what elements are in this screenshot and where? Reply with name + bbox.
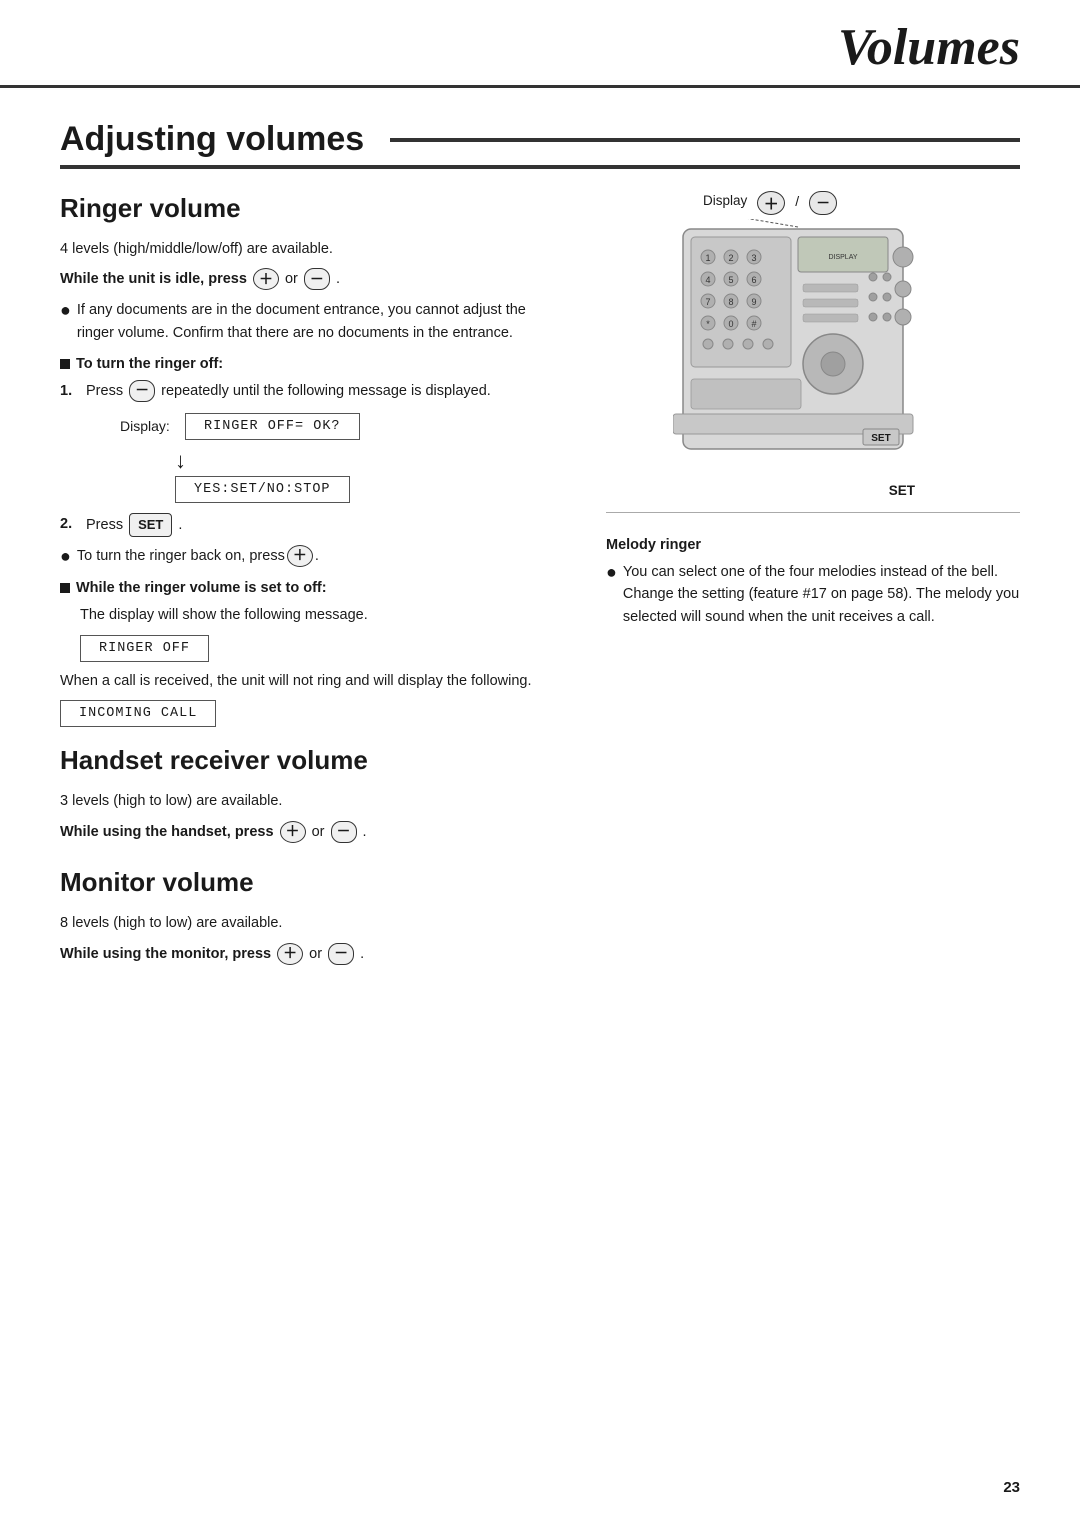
when-call-text: When a call is received, the unit will n… (60, 670, 566, 692)
svg-text:6: 6 (751, 275, 756, 285)
display-box-2: YES:SET/NO:STOP (175, 476, 350, 503)
svg-text:*: * (706, 319, 710, 329)
monitor-minus-btn: － (328, 943, 354, 965)
monitor-plus-btn: ＋ (277, 943, 303, 965)
melody-title: Melody ringer (606, 537, 1020, 553)
display-row-1: Display: RINGER OFF= OK? (120, 413, 566, 440)
melody-text: You can select one of the four melodies … (623, 561, 1020, 628)
svg-text:SET: SET (871, 433, 890, 444)
arrow-down: ↓ (175, 450, 566, 472)
ringer-off-msg: The display will show the following mess… (80, 604, 566, 626)
handset-minus-btn: － (331, 821, 357, 843)
display-ringer-off-container: RINGER OFF (80, 635, 566, 662)
step1-minus-button: － (129, 380, 155, 402)
melody-bullet-dot: ● (606, 561, 617, 584)
melody-section: Melody ringer ● You can select one of th… (606, 537, 1020, 634)
ringer-off-set-heading: While the ringer volume is set to off: (60, 580, 566, 596)
bullet-dot: ● (60, 299, 71, 322)
minus-button-symbol: － (304, 268, 330, 290)
device-illustration-container: Display ＋ / － (673, 193, 953, 498)
svg-text:0: 0 (728, 319, 733, 329)
handset-intro: 3 levels (high to low) are available. (60, 790, 566, 812)
handset-instruction: While using the handset, press ＋ or － . (60, 821, 566, 844)
bullet-dot-2: ● (60, 545, 71, 568)
ringer-intro: 4 levels (high/middle/low/off) are avail… (60, 238, 566, 260)
ringer-bullet2: ● To turn the ringer back on, press ＋ . (60, 545, 566, 568)
monitor-instruction: While using the monitor, press ＋ or － . (60, 943, 566, 966)
page-number: 23 (1003, 1479, 1020, 1496)
display-incoming-call: INCOMING CALL (60, 700, 216, 727)
svg-text:3: 3 (751, 253, 756, 263)
svg-text:4: 4 (705, 275, 710, 285)
step-1: 1. Press － repeatedly until the followin… (60, 380, 566, 403)
display-incoming-call-container: INCOMING CALL (60, 700, 566, 727)
section-title: Adjusting volumes (60, 120, 1020, 169)
svg-text:7: 7 (705, 297, 710, 307)
display-box-2-container: YES:SET/NO:STOP (175, 476, 566, 503)
right-column: Display ＋ / － (606, 193, 1020, 634)
display-box-1: RINGER OFF= OK? (185, 413, 360, 440)
ringer-volume-heading: Ringer volume (60, 193, 566, 224)
top-plus-btn: ＋ (757, 191, 785, 215)
set-button-step2: SET (129, 513, 172, 537)
handset-plus-btn: ＋ (280, 821, 306, 843)
melody-bullet: ● You can select one of the four melodie… (606, 561, 1020, 628)
svg-text:#: # (751, 319, 756, 329)
plus-button-back-on: ＋ (287, 545, 313, 567)
handset-volume-heading: Handset receiver volume (60, 745, 566, 776)
svg-text:2: 2 (728, 253, 733, 263)
plus-button-symbol: ＋ (253, 268, 279, 290)
ringer-bullet1: ● If any documents are in the document e… (60, 299, 566, 344)
monitor-intro: 8 levels (high to low) are available. (60, 912, 566, 934)
black-square-icon-2 (60, 583, 70, 593)
idle-instruction: While the unit is idle, press ＋ or － . (60, 268, 566, 291)
display-ringer-off: RINGER OFF (80, 635, 209, 662)
left-column: Ringer volume 4 levels (high/middle/low/… (60, 193, 566, 973)
fax-machine-svg: 1 2 3 4 5 6 (673, 219, 953, 509)
black-square-icon (60, 359, 70, 369)
monitor-volume-heading: Monitor volume (60, 867, 566, 898)
step-2: 2. Press SET . (60, 513, 566, 537)
svg-text:DISPLAY: DISPLAY (828, 254, 857, 261)
svg-text:9: 9 (751, 297, 756, 307)
svg-text:1: 1 (705, 253, 710, 263)
ringer-off-heading: To turn the ringer off: (60, 356, 566, 372)
svg-text:8: 8 (728, 297, 733, 307)
top-minus-btn: － (809, 191, 837, 215)
svg-text:5: 5 (728, 275, 733, 285)
display-label-top: Display (703, 193, 747, 208)
